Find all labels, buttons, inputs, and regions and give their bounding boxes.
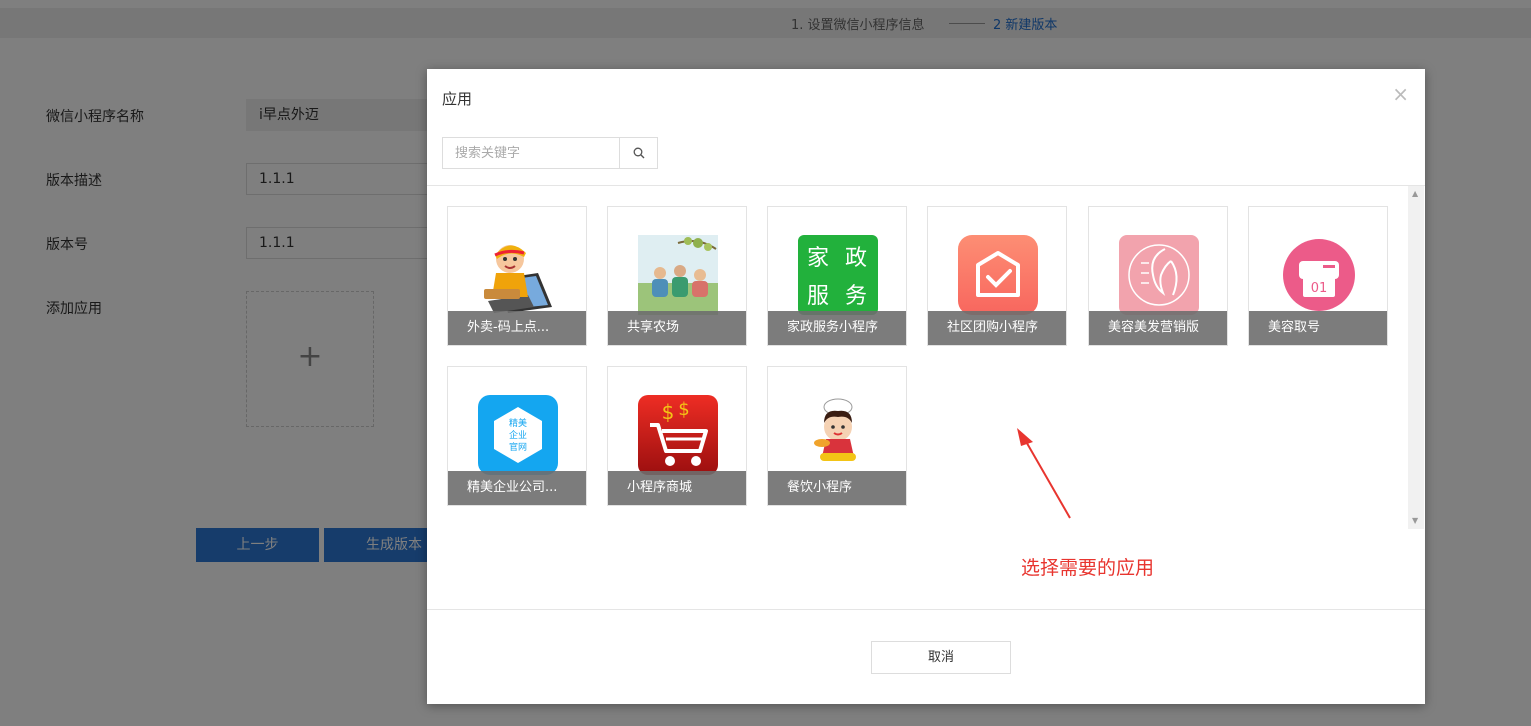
community-groupbuy-icon <box>958 235 1038 315</box>
scroll-up-icon[interactable]: ▲ <box>1412 189 1418 199</box>
app-card-shop[interactable]: $ $ 小程序商城 <box>607 366 747 506</box>
app-label: 外卖-码上点... <box>448 311 586 345</box>
app-label: 小程序商城 <box>608 471 746 505</box>
icon-text: 精美 <box>509 417 527 429</box>
farm-picnic-icon <box>638 235 718 315</box>
modal-title: 应用 <box>442 90 473 108</box>
app-card-housekeeping[interactable]: 家 政 服 务 家政服务小程序 <box>767 206 907 346</box>
svg-text:$: $ <box>678 399 689 420</box>
search-button[interactable] <box>619 138 657 168</box>
close-icon[interactable]: × <box>1392 83 1409 105</box>
app-label: 美容美发营销版 <box>1089 311 1227 345</box>
scrollbar[interactable]: ▲ ▼ <box>1408 186 1424 529</box>
icon-char: 服 <box>807 284 829 309</box>
beauty-salon-icon <box>1119 235 1199 315</box>
delivery-boy-icon <box>484 245 552 313</box>
icon-text: 官网 <box>509 441 527 453</box>
annotation-arrow-icon <box>1017 428 1071 519</box>
app-card-delivery[interactable]: 外卖-码上点... <box>447 206 587 346</box>
app-label: 精美企业公司... <box>448 471 586 505</box>
app-label: 家政服务小程序 <box>768 311 906 345</box>
enterprise-site-icon: 精美 企业 官网 <box>478 395 558 475</box>
ticket-number: 01 <box>1311 281 1328 296</box>
search-icon <box>633 147 645 159</box>
search-box <box>442 137 658 169</box>
search-input[interactable] <box>443 138 621 168</box>
app-label: 餐饮小程序 <box>768 471 906 505</box>
app-card-enterprise[interactable]: 精美 企业 官网 精美企业公司... <box>447 366 587 506</box>
app-select-modal: 应用 × 外卖-码上点... <box>427 69 1425 704</box>
icon-char: 务 <box>845 284 867 309</box>
app-label: 美容取号 <box>1249 311 1387 345</box>
queue-ticket-icon: 01 <box>1283 239 1355 311</box>
app-card-community-groupbuy[interactable]: 社区团购小程序 <box>927 206 1067 346</box>
app-card-queue-ticket[interactable]: 01 美容取号 <box>1248 206 1388 346</box>
app-card-catering[interactable]: 餐饮小程序 <box>767 366 907 506</box>
housekeeping-icon: 家 政 服 务 <box>798 235 878 315</box>
app-label: 共享农场 <box>608 311 746 345</box>
icon-text: 企业 <box>509 429 527 441</box>
app-list: 外卖-码上点... 共享农场 家 政 服 务 家政服务小程序 社区团购小程序 美… <box>427 186 1425 531</box>
app-card-farm[interactable]: 共享农场 <box>607 206 747 346</box>
app-card-beauty-salon[interactable]: 美容美发营销版 <box>1088 206 1228 346</box>
svg-text:$: $ <box>662 400 675 424</box>
cancel-button[interactable]: 取消 <box>871 641 1011 674</box>
scroll-thumb[interactable] <box>1410 200 1422 515</box>
shopping-cart-icon: $ $ <box>638 395 718 475</box>
icon-char: 家 <box>807 246 829 271</box>
icon-char: 政 <box>845 246 867 271</box>
chef-girl-icon <box>814 398 856 461</box>
divider <box>427 609 1425 610</box>
annotation-text: 选择需要的应用 <box>1021 557 1155 579</box>
scroll-down-icon[interactable]: ▼ <box>1412 516 1418 526</box>
app-label: 社区团购小程序 <box>928 311 1066 345</box>
